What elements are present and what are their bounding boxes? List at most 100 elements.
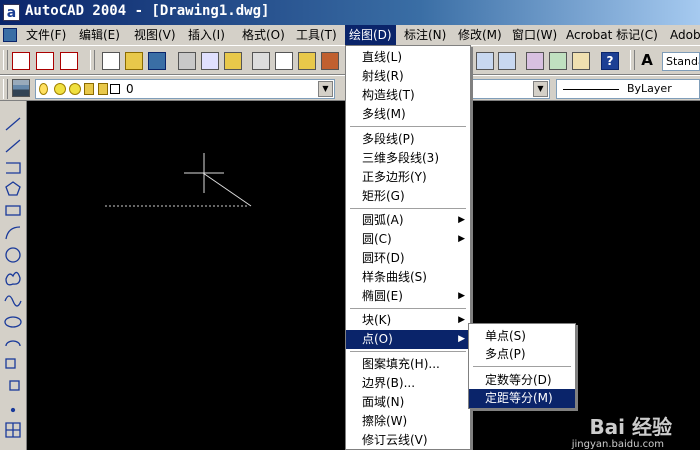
submenu-arrow-icon: ▶ [458, 315, 465, 325]
menu-separator [350, 351, 466, 352]
title-bar: a AutoCAD 2004 - [Drawing1.dwg] [0, 0, 700, 25]
menu-item-hatch[interactable]: 图案填充(H)... [346, 355, 470, 374]
menu-acrobat-markup[interactable]: Acrobat 标记(C) [562, 25, 662, 45]
menu-item-single-point[interactable]: 单点(S) [469, 327, 575, 346]
chevron-down-icon[interactable]: ▼ [318, 81, 333, 97]
toolbar-grip[interactable] [3, 79, 8, 99]
menu-item-polygon[interactable]: 正多边形(Y) [346, 168, 470, 187]
menu-separator [350, 308, 466, 309]
tool-palettes-icon[interactable] [572, 52, 590, 70]
menu-item-arc[interactable]: 圆弧(A) ▶ [346, 211, 470, 230]
menu-insert[interactable]: 插入(I) [184, 25, 229, 45]
text-style-select[interactable]: Standa [662, 52, 700, 71]
color-select[interactable]: ▼ [470, 79, 550, 99]
ellipse-icon [4, 316, 22, 328]
zoom-window-icon[interactable] [498, 52, 516, 70]
document-icon[interactable] [3, 28, 17, 42]
draw-toolbar [0, 101, 27, 450]
menu-item-boundary[interactable]: 边界(B)... [346, 374, 470, 393]
menu-edit[interactable]: 编辑(E) [75, 25, 124, 45]
menu-item-ellipse[interactable]: 椭圆(E) ▶ [346, 287, 470, 306]
ellipse-arc-icon [5, 340, 21, 347]
menu-adobe[interactable]: Adobe [666, 25, 700, 45]
menu-item-polyline[interactable]: 多段线(P) [346, 130, 470, 149]
rectangle-icon [5, 205, 21, 216]
cut-icon[interactable] [252, 52, 270, 70]
pdf-icon[interactable] [36, 52, 54, 70]
toolbar-grip[interactable] [3, 50, 8, 70]
help-icon[interactable]: ? [601, 52, 619, 70]
menu-dimension[interactable]: 标注(N) [400, 25, 450, 45]
menu-item-revision-cloud[interactable]: 修订云线(V) [346, 431, 470, 450]
baidu-watermark-url: jingyan.baidu.com [571, 439, 664, 450]
match-properties-icon[interactable] [321, 52, 339, 70]
menu-draw[interactable]: 绘图(D) [345, 25, 396, 45]
menu-item-rectangle[interactable]: 矩形(G) [346, 187, 470, 206]
chevron-down-icon[interactable]: ▼ [533, 81, 548, 97]
design-center-icon[interactable] [549, 52, 567, 70]
menu-tools[interactable]: 工具(T) [292, 25, 341, 45]
save-icon[interactable] [148, 52, 166, 70]
menu-item-construction-line[interactable]: 构造线(T) [346, 86, 470, 105]
sun-icon[interactable] [69, 83, 81, 95]
paste-icon[interactable] [298, 52, 316, 70]
new-file-icon[interactable] [102, 52, 120, 70]
line-tool-icon [5, 117, 21, 131]
layer-select[interactable]: 0 ▼ [35, 79, 335, 99]
menu-bar: 文件(F) 编辑(E) 视图(V) 插入(I) 格式(O) 工具(T) 绘图(D… [0, 25, 700, 45]
properties-icon[interactable] [526, 52, 544, 70]
menu-item-circle[interactable]: 圆(C) ▶ [346, 230, 470, 249]
menu-file[interactable]: 文件(F) [22, 25, 70, 45]
menu-item-3d-polyline[interactable]: 三维多段线(3) [346, 149, 470, 168]
menu-item-point[interactable]: 点(O) ▶ [346, 330, 470, 349]
window-title: AutoCAD 2004 - [Drawing1.dwg] [25, 3, 270, 19]
hatch-icon [5, 422, 21, 438]
text-style-icon[interactable]: A [638, 52, 656, 70]
linetype-select[interactable]: ByLayer [556, 79, 700, 99]
point-icon [10, 407, 16, 413]
menu-format[interactable]: 格式(O) [238, 25, 289, 45]
menu-item-block[interactable]: 块(K) ▶ [346, 311, 470, 330]
menu-modify[interactable]: 修改(M) [454, 25, 506, 45]
pdf-icon[interactable] [12, 52, 30, 70]
menu-window[interactable]: 窗口(W) [508, 25, 561, 45]
autocad-app-icon[interactable]: a [3, 4, 20, 21]
linetype-value: ByLayer [627, 82, 672, 95]
sun-icon[interactable] [54, 83, 66, 95]
menu-item-spline[interactable]: 样条曲线(S) [346, 268, 470, 287]
submenu-arrow-icon: ▶ [458, 234, 465, 244]
polyline-icon [6, 162, 21, 174]
draw-menu: 直线(L) 射线(R) 构造线(T) 多线(M) 多段线(P) 三维多段线(3)… [345, 45, 471, 450]
print-preview-icon[interactable] [201, 52, 219, 70]
pdf-icon[interactable] [60, 52, 78, 70]
publish-icon[interactable] [224, 52, 242, 70]
menu-view[interactable]: 视图(V) [130, 25, 180, 45]
menu-item-ray[interactable]: 射线(R) [346, 67, 470, 86]
menu-item-divide[interactable]: 定数等分(D) [469, 371, 575, 390]
print-icon[interactable] [178, 52, 196, 70]
copy-icon[interactable] [275, 52, 293, 70]
layer-name: 0 [126, 82, 134, 96]
open-folder-icon[interactable] [125, 52, 143, 70]
layers-icon[interactable] [12, 79, 30, 97]
menu-separator [350, 208, 466, 209]
menu-item-measure[interactable]: 定距等分(M) [469, 389, 575, 408]
menu-item-region[interactable]: 面域(N) [346, 393, 470, 412]
menu-item-multiline[interactable]: 多线(M) [346, 105, 470, 124]
lock-icon[interactable] [84, 83, 94, 95]
menu-item-multiple-points[interactable]: 多点(P) [469, 345, 575, 364]
menu-item-label: 圆弧(A) [362, 213, 404, 227]
toolbar-separator [630, 50, 635, 70]
menu-item-line[interactable]: 直线(L) [346, 48, 470, 67]
lightbulb-icon[interactable] [39, 83, 48, 95]
menu-item-wipeout[interactable]: 擦除(W) [346, 412, 470, 431]
lock-icon[interactable] [98, 83, 108, 95]
zoom-realtime-icon[interactable] [476, 52, 494, 70]
menu-item-label: 点(O) [362, 332, 393, 346]
spline-icon [4, 295, 22, 307]
menu-item-donut[interactable]: 圆环(D) [346, 249, 470, 268]
toolbar-separator [90, 50, 95, 70]
submenu-arrow-icon: ▶ [458, 334, 465, 344]
submenu-arrow-icon: ▶ [458, 215, 465, 225]
circle-icon [5, 247, 21, 263]
